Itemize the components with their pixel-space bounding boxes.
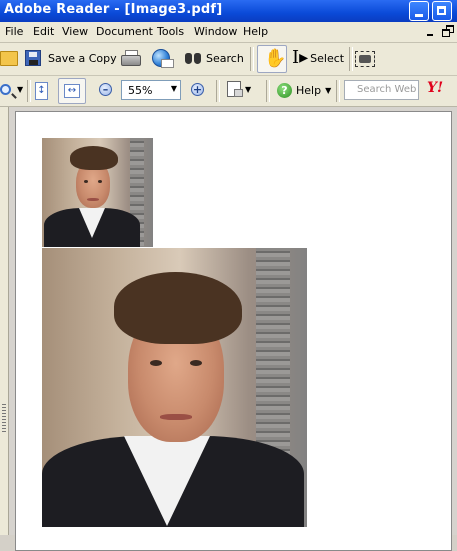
document-area[interactable]	[0, 107, 457, 551]
save-copy-label: Save a Copy	[48, 51, 117, 65]
document-restore-icon[interactable]	[442, 25, 454, 37]
yahoo-logo[interactable]: Y!	[427, 80, 443, 96]
toolbar-separator	[349, 47, 353, 71]
open-button[interactable]	[0, 51, 18, 66]
rotate-icon	[227, 81, 243, 97]
folder-open-icon	[0, 51, 18, 66]
pdf-page	[15, 111, 452, 551]
fit-width-button[interactable]: ↔	[58, 78, 86, 104]
document-minimize-icon[interactable]	[425, 26, 435, 38]
email-button[interactable]	[152, 49, 174, 68]
zoom-in-button[interactable]: +	[191, 83, 204, 96]
search-button[interactable]: Search	[184, 51, 244, 65]
chevron-down-icon[interactable]: ▼	[171, 84, 177, 93]
select-label: Select	[310, 51, 345, 65]
pane-resize-grip[interactable]	[2, 404, 6, 432]
search-label: Search	[206, 51, 244, 65]
hand-tool-button[interactable]: ✋	[257, 45, 287, 73]
binoculars-icon	[184, 51, 202, 65]
zoom-in-icon: +	[191, 83, 204, 96]
help-icon: ?	[277, 83, 292, 98]
print-button[interactable]	[121, 50, 141, 66]
chevron-down-icon[interactable]: ▼	[245, 85, 251, 94]
window-title: Adobe Reader - [Image3.pdf]	[4, 2, 223, 17]
zoom-tool-button[interactable]: ▼	[0, 84, 23, 95]
navigation-pane-border	[0, 107, 9, 535]
toolbar-separator	[250, 47, 254, 71]
rotate-button[interactable]: ▼	[227, 81, 251, 97]
toolbar-separator	[336, 80, 340, 102]
toolbar-separator	[27, 80, 31, 102]
fit-page-button[interactable]: ↕	[35, 82, 48, 100]
menu-file[interactable]: File	[5, 25, 23, 38]
fit-width-icon: ↔	[64, 84, 80, 98]
zoom-level-value: 55%	[128, 84, 153, 97]
select-tool-button[interactable]: I▸ Select	[292, 49, 344, 67]
fit-page-icon: ↕	[35, 82, 48, 100]
menu-document[interactable]: Document	[96, 25, 153, 38]
portrait-small-image	[42, 138, 153, 247]
printer-icon	[121, 50, 141, 66]
zoom-out-icon: –	[99, 83, 112, 96]
toolbar-separator	[216, 80, 220, 102]
maximize-button[interactable]	[432, 1, 452, 21]
help-button[interactable]: ? Help ▼	[277, 83, 331, 98]
magnifier-icon	[0, 84, 11, 95]
zoom-out-button[interactable]: –	[99, 83, 112, 96]
search-web-input[interactable]: Search Web	[344, 80, 419, 100]
menu-view[interactable]: View	[62, 25, 88, 38]
help-label: Help	[296, 84, 322, 97]
menu-edit[interactable]: Edit	[33, 25, 54, 38]
portrait-large-image	[42, 248, 307, 527]
save-copy-button[interactable]: Save a Copy	[25, 50, 117, 66]
menu-help[interactable]: Help	[243, 25, 268, 38]
camera-icon	[355, 51, 375, 67]
hand-icon: ✋	[264, 48, 287, 69]
menu-tools[interactable]: Tools	[157, 25, 184, 38]
toolbar-separator	[266, 80, 270, 102]
text-select-icon: I▸	[292, 47, 309, 68]
email-globe-icon	[152, 49, 174, 68]
menu-bar: File Edit View Document Tools Window Hel…	[0, 22, 457, 43]
menu-window[interactable]: Window	[194, 25, 237, 38]
floppy-disk-icon	[25, 50, 41, 66]
snapshot-button[interactable]	[355, 51, 375, 67]
title-bar: Adobe Reader - [Image3.pdf]	[0, 0, 457, 22]
chevron-down-icon[interactable]: ▼	[325, 86, 331, 95]
zoom-level-field[interactable]: 55% ▼	[121, 80, 181, 100]
chevron-down-icon[interactable]: ▼	[17, 85, 23, 94]
minimize-button[interactable]	[409, 1, 429, 21]
